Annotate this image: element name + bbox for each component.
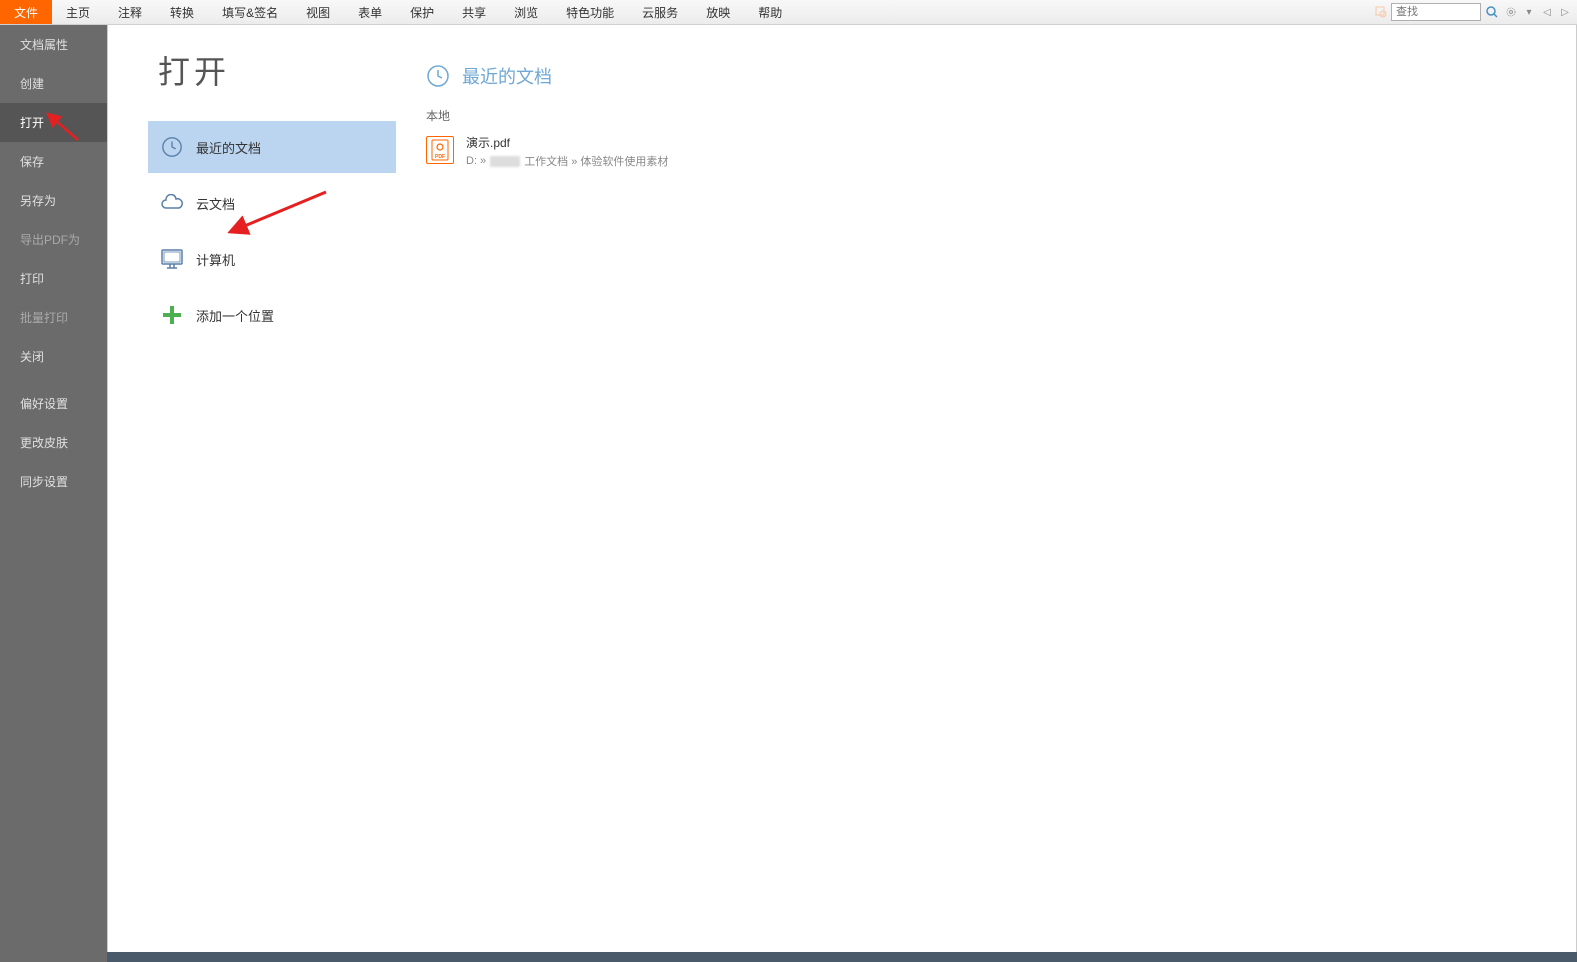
open-source-label: 添加一个位置 <box>196 306 274 325</box>
sidebar-item[interactable]: 同步设置 <box>0 462 107 501</box>
sidebar-item[interactable]: 偏好设置 <box>0 384 107 423</box>
open-source-label: 计算机 <box>196 250 235 269</box>
menu-item[interactable]: 共享 <box>448 0 500 24</box>
top-menu-bar: 文件主页注释转换填写&签名视图表单保护共享浏览特色功能云服务放映帮助 ▾ ◁ ▷ <box>0 0 1577 25</box>
main-body: 文档属性创建打开保存另存为导出PDF为打印批量打印关闭偏好设置更改皮肤同步设置 … <box>0 25 1577 962</box>
menu-item[interactable]: 注释 <box>104 0 156 24</box>
sidebar-item[interactable]: 打开 <box>0 103 107 142</box>
file-name: 演示.pdf <box>466 134 668 151</box>
search-button[interactable] <box>1483 3 1501 21</box>
menu-item[interactable]: 特色功能 <box>552 0 628 24</box>
menu-item[interactable]: 浏览 <box>500 0 552 24</box>
sidebar-item[interactable]: 批量打印 <box>0 298 107 337</box>
open-source-item[interactable]: 云文档 <box>148 177 396 229</box>
status-bar <box>107 952 1577 962</box>
cloud-icon <box>160 191 184 215</box>
settings-icon[interactable] <box>1503 4 1519 20</box>
menu-item[interactable]: 表单 <box>344 0 396 24</box>
local-section-label: 本地 <box>426 107 1576 124</box>
recent-header: 最近的文档 <box>426 63 1576 89</box>
open-source-item[interactable]: 计算机 <box>148 233 396 285</box>
file-info: 演示.pdf D: » 工作文档 » 体验软件使用素材 <box>466 134 668 169</box>
plus-icon <box>160 303 184 327</box>
open-source-item[interactable]: 最近的文档 <box>148 121 396 173</box>
sidebar-item[interactable]: 另存为 <box>0 181 107 220</box>
nav-forward-icon[interactable]: ▷ <box>1557 4 1573 20</box>
sidebar-item[interactable]: 创建 <box>0 64 107 103</box>
sidebar-item[interactable]: 更改皮肤 <box>0 423 107 462</box>
main-content: 打开 最近的文档云文档计算机添加一个位置 最近的文档 本地 PDF 演示.pdf… <box>107 25 1577 962</box>
sidebar-item[interactable]: 文档属性 <box>0 25 107 64</box>
redacted-path-segment <box>490 156 520 167</box>
sidebar-item[interactable]: 关闭 <box>0 337 107 376</box>
open-source-label: 云文档 <box>196 194 235 213</box>
page-title: 打开 <box>148 47 396 93</box>
file-sidebar: 文档属性创建打开保存另存为导出PDF为打印批量打印关闭偏好设置更改皮肤同步设置 <box>0 25 107 962</box>
menu-item[interactable]: 填写&签名 <box>208 0 292 24</box>
recent-file-item[interactable]: PDF 演示.pdf D: » 工作文档 » 体验软件使用素材 <box>426 130 1576 173</box>
menu-item[interactable]: 视图 <box>292 0 344 24</box>
menu-item[interactable]: 云服务 <box>628 0 692 24</box>
sidebar-item[interactable]: 导出PDF为 <box>0 220 107 259</box>
open-source-label: 最近的文档 <box>196 138 261 157</box>
menu-item[interactable]: 文件 <box>0 0 52 24</box>
top-right-controls: ▾ ◁ ▷ <box>1373 0 1577 24</box>
menu-item[interactable]: 转换 <box>156 0 208 24</box>
search-input[interactable] <box>1391 3 1481 21</box>
menu-item[interactable]: 帮助 <box>744 0 796 24</box>
sidebar-item[interactable]: 保存 <box>0 142 107 181</box>
recent-title: 最近的文档 <box>462 63 552 89</box>
nav-back-icon[interactable]: ◁ <box>1539 4 1555 20</box>
open-sources-panel: 打开 最近的文档云文档计算机添加一个位置 <box>108 25 396 961</box>
menu-item[interactable]: 保护 <box>396 0 448 24</box>
file-path: D: » 工作文档 » 体验软件使用素材 <box>466 153 668 169</box>
open-source-item[interactable]: 添加一个位置 <box>148 289 396 341</box>
clock-icon <box>426 64 450 88</box>
pdf-file-icon: PDF <box>426 136 454 164</box>
recent-panel: 最近的文档 本地 PDF 演示.pdf D: » 工作文档 » 体验软件使用素材 <box>396 25 1576 961</box>
dropdown-icon[interactable]: ▾ <box>1521 4 1537 20</box>
monitor-icon <box>160 247 184 271</box>
menu-item[interactable]: 主页 <box>52 0 104 24</box>
sidebar-item[interactable]: 打印 <box>0 259 107 298</box>
svg-text:PDF: PDF <box>435 154 445 160</box>
clock-icon <box>160 135 184 159</box>
quick-find-icon[interactable] <box>1373 4 1389 20</box>
menu-item[interactable]: 放映 <box>692 0 744 24</box>
